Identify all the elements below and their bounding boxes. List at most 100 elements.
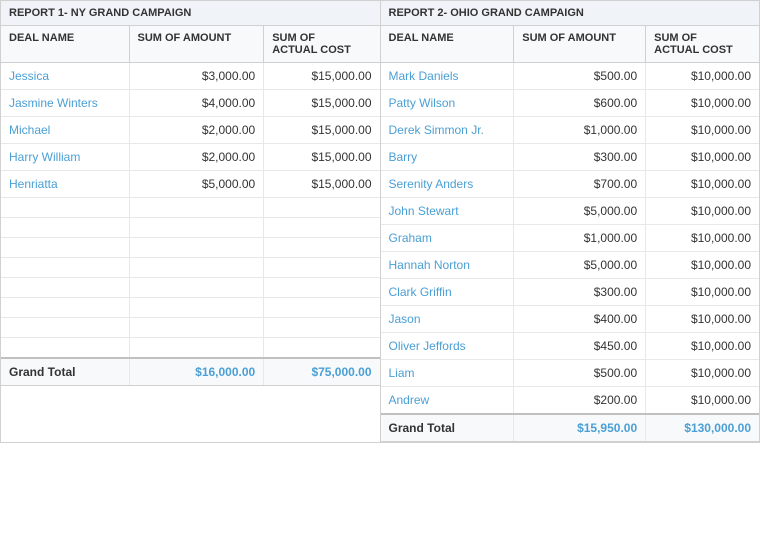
deal-name[interactable]: Oliver Jeffords xyxy=(381,333,514,360)
sum-amount: $500.00 xyxy=(514,63,646,90)
table-row: Andrew $200.00 $10,000.00 xyxy=(381,387,760,415)
table-row: Oliver Jeffords $450.00 $10,000.00 xyxy=(381,333,760,360)
deal-name[interactable]: Mark Daniels xyxy=(381,63,514,90)
deal-name[interactable]: Patty Wilson xyxy=(381,90,514,117)
empty-row xyxy=(1,238,380,258)
deal-name[interactable]: Derek Simmon Jr. xyxy=(381,117,514,144)
table-row: Liam $500.00 $10,000.00 xyxy=(381,360,760,387)
empty-row xyxy=(1,278,380,298)
sum-cost: $10,000.00 xyxy=(646,117,759,144)
report2-col-cost: SUM OFACTUAL COST xyxy=(646,26,759,63)
sum-amount: $600.00 xyxy=(514,90,646,117)
sum-amount: $400.00 xyxy=(514,306,646,333)
table-row: Patty Wilson $600.00 $10,000.00 xyxy=(381,90,760,117)
sum-cost: $10,000.00 xyxy=(646,90,759,117)
empty-row xyxy=(1,298,380,318)
table-row: Hannah Norton $5,000.00 $10,000.00 xyxy=(381,252,760,279)
report1-title: REPORT 1- NY GRAND CAMPAIGN xyxy=(1,1,380,26)
deal-name[interactable]: Jessica xyxy=(1,63,129,90)
sum-cost: $10,000.00 xyxy=(646,171,759,198)
deal-name[interactable]: Hannah Norton xyxy=(381,252,514,279)
report1-total-cost: $75,000.00 xyxy=(264,358,380,386)
report1-col-amount: SUM OF AMOUNT xyxy=(129,26,264,63)
empty-row xyxy=(1,318,380,338)
sum-cost: $10,000.00 xyxy=(646,252,759,279)
table-row: Harry William $2,000.00 $15,000.00 xyxy=(1,144,380,171)
deal-name[interactable]: Harry William xyxy=(1,144,129,171)
sum-amount: $4,000.00 xyxy=(129,90,264,117)
sum-cost: $10,000.00 xyxy=(646,63,759,90)
report2-grand-total-row: Grand Total $15,950.00 $130,000.00 xyxy=(381,414,760,442)
empty-row xyxy=(1,258,380,278)
table-row: Jason $400.00 $10,000.00 xyxy=(381,306,760,333)
sum-cost: $10,000.00 xyxy=(646,225,759,252)
table-row: Jasmine Winters $4,000.00 $15,000.00 xyxy=(1,90,380,117)
sum-amount: $700.00 xyxy=(514,171,646,198)
table-row: Michael $2,000.00 $15,000.00 xyxy=(1,117,380,144)
sum-cost: $15,000.00 xyxy=(264,171,380,198)
table-row: Clark Griffin $300.00 $10,000.00 xyxy=(381,279,760,306)
report2: REPORT 2- OHIO GRAND CAMPAIGN DEAL NAME … xyxy=(381,0,760,443)
sum-amount: $3,000.00 xyxy=(129,63,264,90)
sum-amount: $2,000.00 xyxy=(129,117,264,144)
empty-row xyxy=(1,198,380,218)
sum-amount: $5,000.00 xyxy=(514,198,646,225)
sum-cost: $10,000.00 xyxy=(646,198,759,225)
report2-total-label: Grand Total xyxy=(381,414,514,442)
deal-name[interactable]: Barry xyxy=(381,144,514,171)
sum-amount: $500.00 xyxy=(514,360,646,387)
deal-name[interactable]: Graham xyxy=(381,225,514,252)
sum-amount: $5,000.00 xyxy=(514,252,646,279)
report2-total-amount: $15,950.00 xyxy=(514,414,646,442)
report1-col-deal: DEAL NAME xyxy=(1,26,129,63)
report1: REPORT 1- NY GRAND CAMPAIGN DEAL NAME SU… xyxy=(0,0,381,443)
report1-table: DEAL NAME SUM OF AMOUNT SUM OFACTUAL COS… xyxy=(1,26,380,386)
sum-amount: $1,000.00 xyxy=(514,117,646,144)
deal-name[interactable]: Henriatta xyxy=(1,171,129,198)
deal-name[interactable]: Michael xyxy=(1,117,129,144)
table-row: Jessica $3,000.00 $15,000.00 xyxy=(1,63,380,90)
sum-amount: $5,000.00 xyxy=(129,171,264,198)
deal-name[interactable]: John Stewart xyxy=(381,198,514,225)
deal-name[interactable]: Andrew xyxy=(381,387,514,415)
sum-cost: $10,000.00 xyxy=(646,333,759,360)
sum-cost: $10,000.00 xyxy=(646,144,759,171)
sum-cost: $15,000.00 xyxy=(264,117,380,144)
deal-name[interactable]: Clark Griffin xyxy=(381,279,514,306)
sum-cost: $15,000.00 xyxy=(264,63,380,90)
table-row: Barry $300.00 $10,000.00 xyxy=(381,144,760,171)
sum-cost: $10,000.00 xyxy=(646,360,759,387)
sum-amount: $2,000.00 xyxy=(129,144,264,171)
report1-total-amount: $16,000.00 xyxy=(129,358,264,386)
sum-amount: $300.00 xyxy=(514,144,646,171)
table-row: Henriatta $5,000.00 $15,000.00 xyxy=(1,171,380,198)
sum-cost: $15,000.00 xyxy=(264,90,380,117)
sum-cost: $15,000.00 xyxy=(264,144,380,171)
deal-name[interactable]: Serenity Anders xyxy=(381,171,514,198)
deal-name[interactable]: Jasmine Winters xyxy=(1,90,129,117)
table-row: Serenity Anders $700.00 $10,000.00 xyxy=(381,171,760,198)
deal-name[interactable]: Liam xyxy=(381,360,514,387)
empty-row xyxy=(1,218,380,238)
empty-row xyxy=(1,338,380,358)
table-row: John Stewart $5,000.00 $10,000.00 xyxy=(381,198,760,225)
sum-cost: $10,000.00 xyxy=(646,279,759,306)
reports-container: REPORT 1- NY GRAND CAMPAIGN DEAL NAME SU… xyxy=(0,0,760,443)
table-row: Graham $1,000.00 $10,000.00 xyxy=(381,225,760,252)
report2-col-amount: SUM OF AMOUNT xyxy=(514,26,646,63)
sum-amount: $300.00 xyxy=(514,279,646,306)
report1-total-label: Grand Total xyxy=(1,358,129,386)
report2-title: REPORT 2- OHIO GRAND CAMPAIGN xyxy=(381,1,760,26)
sum-amount: $450.00 xyxy=(514,333,646,360)
report2-total-cost: $130,000.00 xyxy=(646,414,759,442)
sum-amount: $1,000.00 xyxy=(514,225,646,252)
report2-table: DEAL NAME SUM OF AMOUNT SUM OFACTUAL COS… xyxy=(381,26,760,442)
deal-name[interactable]: Jason xyxy=(381,306,514,333)
report1-grand-total-row: Grand Total $16,000.00 $75,000.00 xyxy=(1,358,380,386)
report2-col-deal: DEAL NAME xyxy=(381,26,514,63)
sum-amount: $200.00 xyxy=(514,387,646,415)
sum-cost: $10,000.00 xyxy=(646,306,759,333)
sum-cost: $10,000.00 xyxy=(646,387,759,415)
table-row: Mark Daniels $500.00 $10,000.00 xyxy=(381,63,760,90)
table-row: Derek Simmon Jr. $1,000.00 $10,000.00 xyxy=(381,117,760,144)
